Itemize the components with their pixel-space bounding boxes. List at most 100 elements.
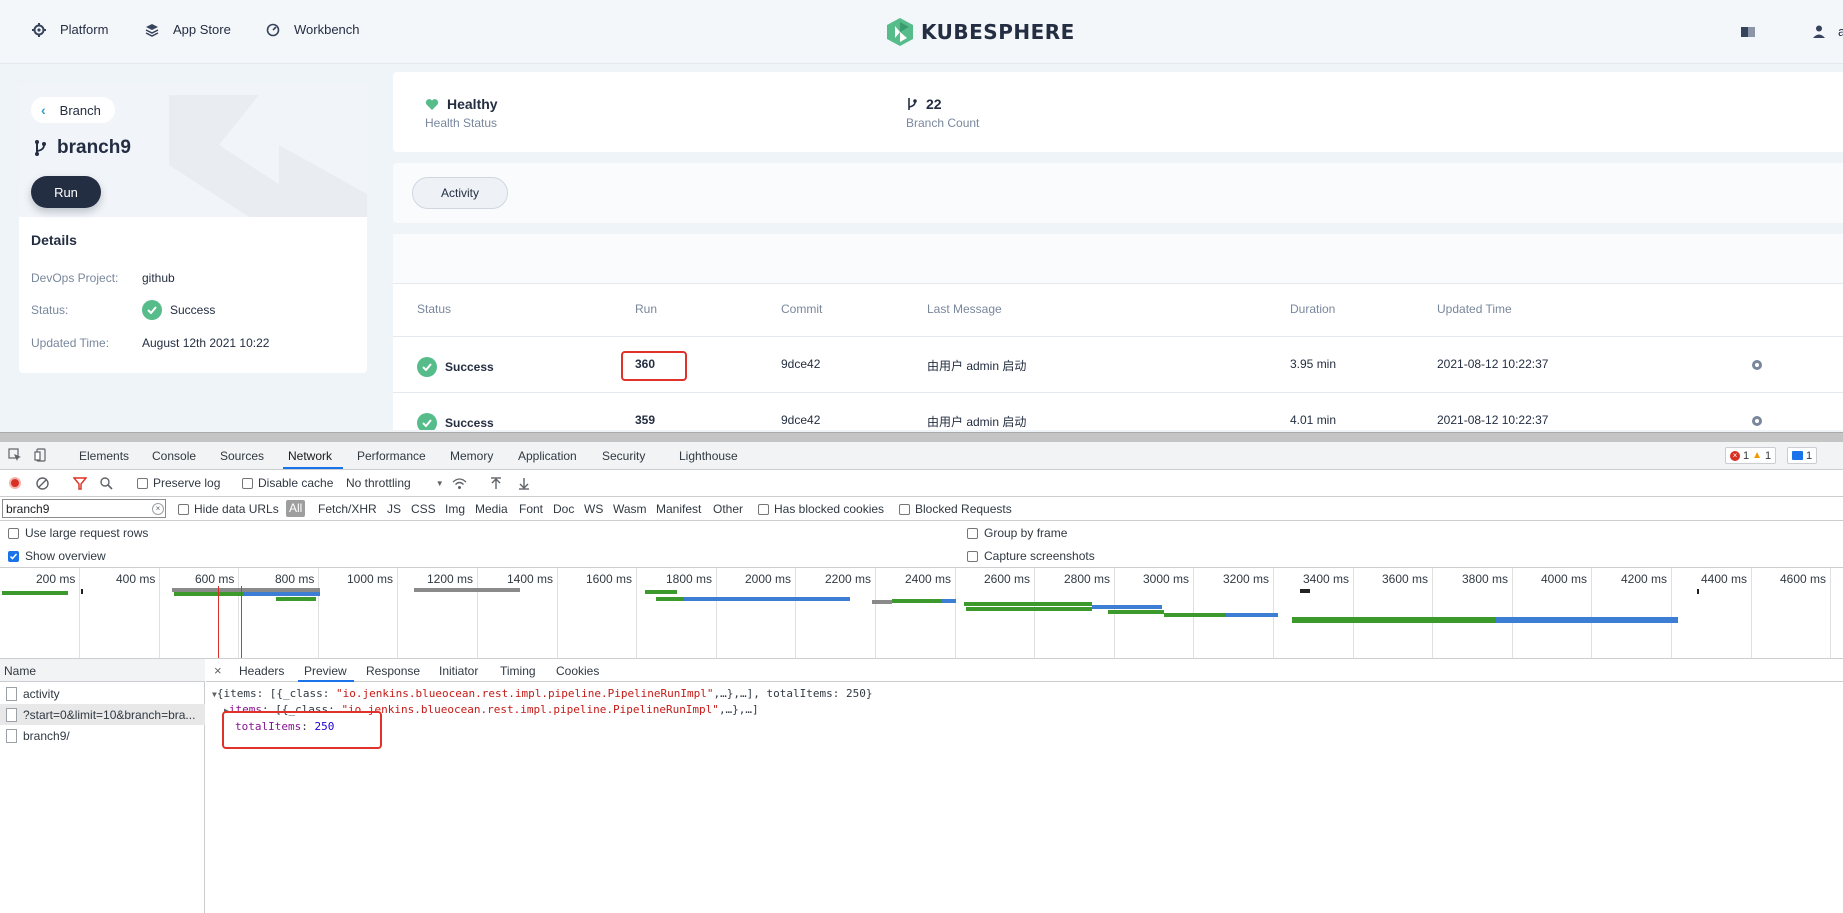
clear-icon[interactable] — [36, 477, 49, 490]
more-actions-icon[interactable] — [1751, 359, 1763, 371]
tab-security[interactable]: Security — [602, 449, 645, 463]
more-actions-icon[interactable] — [1751, 415, 1763, 427]
tab-memory[interactable]: Memory — [450, 449, 493, 463]
filter-ws[interactable]: WS — [584, 502, 603, 516]
waterfall-bar — [942, 599, 956, 603]
checkbox[interactable] — [967, 527, 978, 539]
inspect-element-icon[interactable] — [8, 448, 22, 462]
run-button[interactable]: Run — [31, 176, 101, 208]
request-row[interactable]: branch9/ — [0, 725, 205, 746]
capture-screenshots-checkbox[interactable]: Capture screenshots — [967, 549, 1095, 563]
row-commit[interactable]: 9dce42 — [781, 357, 820, 371]
tab-application[interactable]: Application — [518, 449, 577, 463]
filter-fetch-xhr[interactable]: Fetch/XHR — [318, 502, 377, 516]
disable-cache-checkbox[interactable]: Disable cache — [242, 476, 333, 490]
issue-counter[interactable]: × 1 ▲ 1 — [1725, 447, 1777, 464]
checkbox[interactable] — [8, 527, 19, 539]
message-counter[interactable]: 1 — [1787, 447, 1818, 464]
hide-data-urls-checkbox[interactable]: Hide data URLs — [178, 502, 279, 516]
checkbox[interactable] — [137, 477, 148, 489]
group-by-frame-checkbox[interactable]: Group by frame — [967, 526, 1067, 540]
tab-sources[interactable]: Sources — [220, 449, 264, 463]
filter-all[interactable]: All — [286, 500, 306, 517]
nav-app-store[interactable]: App Store — [145, 22, 231, 37]
close-icon[interactable]: × — [214, 663, 222, 678]
checkbox-checked[interactable] — [8, 550, 19, 562]
tab-cookies[interactable]: Cookies — [556, 664, 599, 678]
network-conditions-icon[interactable] — [452, 477, 467, 490]
tab-elements[interactable]: Elements — [79, 449, 129, 463]
filter-css[interactable]: CSS — [411, 502, 436, 516]
waterfall-bar — [1496, 617, 1678, 623]
overview-grid-line — [477, 568, 478, 658]
checkbox[interactable] — [967, 550, 978, 562]
user-icon[interactable] — [1812, 24, 1826, 38]
checkbox[interactable] — [178, 503, 189, 515]
user-name[interactable]: a — [1838, 24, 1843, 39]
name-column-header[interactable]: Name — [0, 659, 205, 682]
filter-media[interactable]: Media — [475, 502, 508, 516]
filter-img[interactable]: Img — [445, 502, 465, 516]
filter-icon[interactable] — [73, 477, 87, 490]
tab-initiator[interactable]: Initiator — [439, 664, 478, 678]
status-text: Success — [170, 303, 216, 317]
tab-preview[interactable]: Preview — [304, 664, 347, 678]
overview-grid-line — [1671, 568, 1672, 658]
detail-key: Status: — [31, 303, 69, 317]
checkbox[interactable] — [242, 477, 253, 489]
clear-filter-icon[interactable]: × — [152, 503, 164, 515]
checkbox[interactable] — [758, 503, 769, 515]
devtools-resize-handle[interactable] — [0, 432, 1843, 442]
table-row[interactable]: Success 360 9dce42 由用户 admin 启动 3.95 min… — [393, 336, 1843, 392]
search-icon[interactable] — [100, 477, 113, 490]
table-row[interactable]: Success 359 9dce42 由用户 admin 启动 4.01 min… — [393, 392, 1843, 430]
preview-root-line[interactable]: ▼{items: [{_class: "io.jenkins.blueocean… — [212, 687, 873, 700]
preserve-log-checkbox[interactable]: Preserve log — [137, 476, 220, 490]
record-icon[interactable] — [9, 477, 21, 489]
request-row[interactable]: activity — [0, 683, 205, 704]
filter-js[interactable]: JS — [387, 502, 401, 516]
filter-input[interactable] — [2, 499, 166, 518]
waterfall-bar — [276, 597, 316, 601]
overview-tick-label: 3600 ms — [1382, 572, 1429, 586]
row-run[interactable]: 359 — [635, 413, 655, 427]
filter-font[interactable]: Font — [519, 502, 543, 516]
tab-timing[interactable]: Timing — [500, 664, 536, 678]
device-toolbar-icon[interactable] — [34, 448, 48, 462]
network-overview[interactable]: 200 ms 400 ms 600 ms 800 ms 1000 ms 1200 ms 14… — [0, 567, 1843, 659]
checkbox[interactable] — [899, 503, 910, 515]
row-commit[interactable]: 9dce42 — [781, 413, 820, 427]
overview-grid-line — [79, 568, 80, 658]
filter-doc[interactable]: Doc — [553, 502, 574, 516]
filter-manifest[interactable]: Manifest — [656, 502, 701, 516]
throttling-select[interactable]: No throttling ▼ — [346, 476, 444, 490]
notification-icon[interactable] — [1741, 26, 1755, 38]
tab-response[interactable]: Response — [366, 664, 420, 678]
show-overview-checkbox[interactable]: Show overview — [8, 549, 106, 563]
filter-wasm[interactable]: Wasm — [613, 502, 647, 516]
tab-network[interactable]: Network — [288, 449, 332, 463]
waterfall-bar — [1164, 613, 1226, 617]
tab-console[interactable]: Console — [152, 449, 196, 463]
has-blocked-cookies-checkbox[interactable]: Has blocked cookies — [758, 502, 884, 516]
nav-workbench[interactable]: Workbench — [266, 22, 360, 37]
waterfall-bar — [81, 589, 83, 594]
tab-performance[interactable]: Performance — [357, 449, 426, 463]
overview-tick-label: 600 ms — [195, 572, 235, 586]
export-har-icon[interactable] — [518, 477, 530, 490]
blocked-requests-checkbox[interactable]: Blocked Requests — [899, 502, 1012, 516]
back-to-branch-button[interactable]: ‹ Branch — [31, 97, 115, 123]
tab-activity[interactable]: Activity — [412, 177, 508, 209]
overview-tick-label: 800 ms — [275, 572, 315, 586]
tab-headers[interactable]: Headers — [239, 664, 284, 678]
tab-lighthouse[interactable]: Lighthouse — [679, 449, 738, 463]
large-rows-checkbox[interactable]: Use large request rows — [8, 526, 148, 540]
detail-tabs: × Headers Preview Response Initiator Tim… — [206, 659, 1843, 682]
request-row-selected[interactable]: ?start=0&limit=10&branch=bra... — [0, 704, 205, 725]
chevron-left-icon: ‹ — [41, 102, 46, 118]
import-har-icon[interactable] — [490, 477, 502, 490]
overview-tick-label: 2200 ms — [825, 572, 872, 586]
kubesphere-logo[interactable]: KUBESPHERE — [887, 18, 1075, 46]
nav-platform[interactable]: Platform — [32, 22, 108, 37]
filter-other[interactable]: Other — [713, 502, 743, 516]
